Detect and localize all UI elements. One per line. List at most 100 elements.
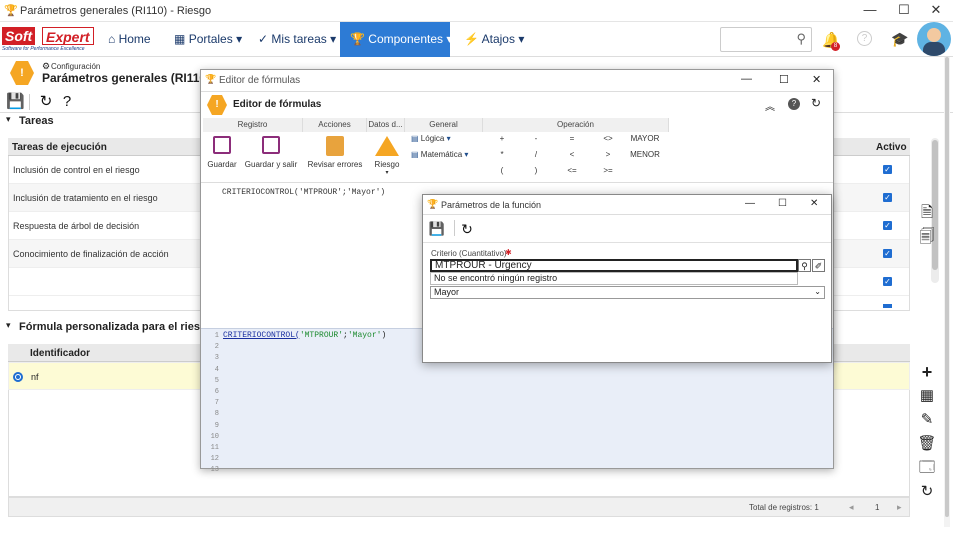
riesgo-button[interactable]: Riesgo ▾	[369, 136, 405, 176]
nav-home[interactable]: ⌂ Home	[98, 22, 161, 57]
edit-pencil-icon[interactable]: ✎	[917, 410, 937, 430]
checkbox-checked[interactable]: ✓	[883, 249, 892, 258]
avatar[interactable]	[917, 22, 951, 56]
trash-icon[interactable]: 🗑	[917, 434, 937, 454]
nav-mis-tareas[interactable]: ✓ Mis tareas ▾	[248, 22, 346, 57]
code-line-1[interactable]: CRITERIOCONTROL('MTPROUR';'Mayor')	[223, 331, 386, 340]
caret-down-icon: ▾	[236, 32, 243, 46]
line-number: 9	[214, 421, 219, 430]
refresh-icon[interactable]: ↻	[811, 96, 821, 110]
prev-page-icon[interactable]: ◂	[849, 502, 854, 513]
graduation-cap-icon[interactable]: 🎓	[891, 31, 908, 48]
operator-button[interactable]: -	[521, 134, 551, 143]
matematica-dropdown[interactable]: ▤ Matemática ▾	[411, 150, 468, 159]
trophy-icon: 🏆	[350, 32, 365, 46]
nav-portales[interactable]: ▦ Portales ▾	[164, 22, 252, 57]
save-and-exit-button[interactable]: Guardar y salir	[243, 136, 299, 169]
search-icon[interactable]: ⚲	[798, 259, 811, 272]
criterio-value: MTPROUR - Urgency	[435, 260, 532, 271]
group-datos: Datos d...	[367, 118, 405, 132]
line-number: 12	[210, 455, 219, 464]
save-button[interactable]: Guardar	[205, 136, 239, 169]
document-copy-icon[interactable]: 🗐	[917, 227, 937, 247]
operator-button[interactable]: MENOR	[627, 150, 663, 159]
operator-button[interactable]: <>	[593, 134, 623, 143]
close-icon[interactable]: ✕	[810, 198, 818, 209]
nav-mis-tareas-label: Mis tareas	[271, 32, 327, 46]
checkbox-checked[interactable]: ✓	[883, 221, 892, 230]
help-circle-icon[interactable]: ?	[58, 93, 76, 111]
close-icon[interactable]: ✕	[812, 73, 821, 86]
operator-button[interactable]: <=	[557, 166, 587, 175]
chevron-down-icon: ⌄	[814, 287, 821, 296]
maximize-icon[interactable]: ☐	[779, 73, 789, 86]
refresh-icon[interactable]: ↻	[37, 93, 55, 111]
calculator-icon[interactable]: ▦	[917, 386, 937, 406]
formula-preview: CRITERIOCONTROL('MTPROUR';'Mayor')	[222, 188, 386, 197]
view-icon[interactable]: 🗔	[917, 458, 937, 478]
operator-button[interactable]: +	[487, 134, 517, 143]
radio-selected[interactable]	[13, 372, 23, 382]
save-icon[interactable]: 💾	[6, 93, 25, 111]
page-title: Parámetros generales (RI110)	[42, 71, 211, 85]
collapse-up-icon[interactable]: ︽	[765, 98, 775, 113]
refresh-icon[interactable]: ↻	[458, 220, 476, 238]
operator-select[interactable]: Mayor ⌄	[430, 286, 825, 299]
save-close-icon[interactable]: 💾	[428, 220, 446, 238]
minimize-icon[interactable]: —	[855, 2, 885, 20]
math-icon: ▤	[411, 150, 419, 159]
col-active-header[interactable]: Activo	[876, 142, 907, 153]
search-input[interactable]: ⚲	[720, 27, 812, 52]
operator-button[interactable]: <	[557, 150, 587, 159]
formula-section-title[interactable]: Fórmula personalizada para el riesgo re	[19, 321, 227, 333]
nav-atajos[interactable]: ⚡ Atajos ▾	[454, 22, 534, 57]
help-icon[interactable]: ?	[857, 31, 872, 46]
clear-brush-icon[interactable]: ✐	[812, 259, 825, 272]
logica-dropdown[interactable]: ▤ Lógica ▾	[411, 134, 451, 143]
nav-componentes[interactable]: 🏆 Componentes ▾	[340, 22, 453, 57]
minimize-icon[interactable]: —	[741, 73, 752, 85]
operator-button[interactable]: =	[557, 134, 587, 143]
tasks-section-title[interactable]: Tareas	[19, 115, 54, 127]
checkbox-checked[interactable]: ✓	[883, 277, 892, 286]
page-number[interactable]: 1	[875, 503, 879, 512]
task-label: Inclusión de tratamiento en el riesgo	[13, 193, 158, 203]
review-errors-button[interactable]: Revisar errores	[305, 136, 365, 169]
task-label: Respuesta de árbol de decisión	[13, 221, 140, 231]
operator-button[interactable]: >	[593, 150, 623, 159]
operator-button[interactable]: *	[487, 150, 517, 159]
operator-button[interactable]: MAYOR	[627, 134, 663, 143]
add-icon[interactable]: +	[917, 362, 937, 382]
col-task-header[interactable]: Tareas de ejecución	[12, 142, 107, 153]
line-number: 13	[210, 466, 219, 475]
checkbox-checked[interactable]: ✓	[883, 193, 892, 202]
minimize-icon[interactable]: —	[745, 198, 755, 209]
checkbox-checked[interactable]	[883, 304, 892, 308]
app-trophy-icon: 🏆	[4, 5, 18, 17]
collapse-icon[interactable]: ▾	[6, 114, 11, 125]
next-page-icon[interactable]: ▸	[897, 502, 902, 513]
bolt-icon: ⚡	[464, 32, 479, 46]
operator-button[interactable]: (	[487, 166, 517, 175]
maximize-icon[interactable]: ☐	[778, 198, 787, 209]
col-identificador-header[interactable]: Identificador	[30, 348, 90, 359]
caret-down-icon: ▾	[446, 32, 453, 46]
collapse-icon[interactable]: ▾	[6, 320, 11, 331]
help-circle-icon[interactable]: ?	[788, 98, 800, 110]
document-icon[interactable]: 🗎	[917, 203, 937, 223]
caret-down-icon: ▾	[518, 32, 525, 46]
logo-text-expert: Expert	[42, 27, 94, 45]
operator-button[interactable]: >=	[593, 166, 623, 175]
operator-button[interactable]: /	[521, 150, 551, 159]
search-icon[interactable]: ⚲	[796, 31, 806, 47]
checkbox-checked[interactable]: ✓	[883, 165, 892, 174]
maximize-icon[interactable]: ☐	[889, 2, 919, 20]
refresh-icon[interactable]: ↻	[917, 482, 937, 502]
close-icon[interactable]: ✕	[921, 2, 951, 20]
page-scrollbar[interactable]	[944, 57, 950, 527]
caret-down-icon: ▾	[330, 32, 337, 46]
operator-button[interactable]: )	[521, 166, 551, 175]
breadcrumb[interactable]: Configuración	[51, 62, 100, 71]
criterio-input[interactable]: MTPROUR - Urgency	[430, 259, 798, 272]
softexpert-logo[interactable]: Soft Expert Software for Performance Exc…	[2, 27, 94, 52]
